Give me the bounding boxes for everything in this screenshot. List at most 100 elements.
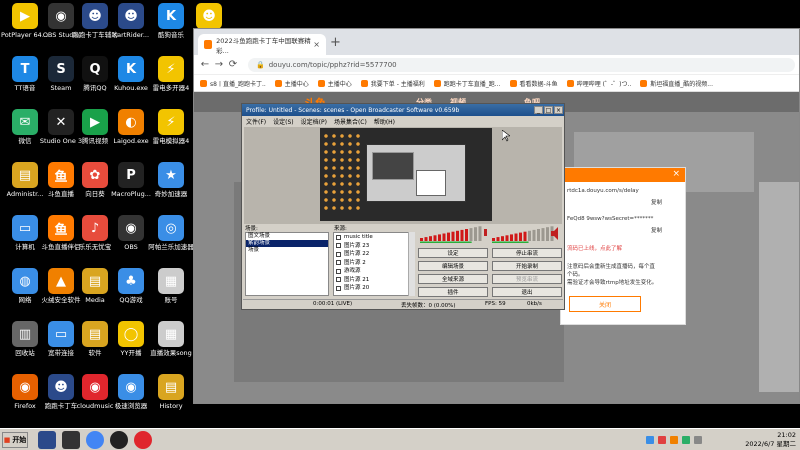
clock-time: 21:02 [777, 431, 796, 439]
source-checkbox[interactable] [336, 285, 341, 291]
source-item[interactable]: 图片源 2 [334, 259, 414, 268]
sources-scrollbar[interactable] [408, 232, 415, 296]
taskbar-studio-one-icon[interactable] [62, 431, 80, 449]
bookmark-favicon-icon [200, 79, 207, 87]
app-icon: K [158, 3, 184, 29]
app-icon: ▶ [82, 109, 108, 135]
bookmark-item[interactable]: 哔哩哔哩 (゜-゜)つ.. [566, 79, 631, 88]
obs-titlebar[interactable]: Profile: Untitled - Scenes: scenes - Ope… [242, 104, 564, 116]
source-item[interactable]: music title [334, 233, 414, 242]
browser-tab[interactable]: 2022斗鱼跑跑卡丁车中国联赛精彩... × [198, 34, 326, 55]
desktop-icon[interactable]: ⚡ 雷电多开器4 [148, 56, 194, 106]
dialog-close-button[interactable]: 关闭 [569, 296, 641, 312]
source-item[interactable]: 图片源 20 [334, 284, 414, 293]
source-item[interactable]: 图片源 21 [334, 276, 414, 285]
obs-menu-item[interactable]: 帮助(H) [374, 117, 395, 126]
source-checkbox[interactable] [336, 251, 341, 257]
scene-item[interactable]: 场景 [246, 247, 328, 254]
source-item[interactable]: 图片源 23 [334, 242, 414, 251]
tray-app-icon[interactable] [658, 436, 666, 444]
app-icon: ☻ [82, 3, 108, 29]
tray-volume-icon[interactable] [694, 436, 702, 444]
desktop-icon[interactable]: ★ 奇妙加速器 [148, 162, 194, 212]
start-record-button[interactable]: 开始录制 [492, 261, 562, 271]
bookmark-label: 看看数据-斗鱼 [519, 80, 558, 88]
taskbar-obs-icon[interactable] [110, 431, 128, 449]
scene-item[interactable]: 紫韵场景 [246, 240, 328, 247]
taskbar-kart-icon[interactable] [38, 431, 56, 449]
copy-url-button[interactable]: 复制 [651, 198, 662, 206]
dialog-close-icon[interactable]: × [672, 169, 680, 179]
maximize-icon[interactable]: □ [544, 106, 553, 114]
source-item[interactable]: 游戏源 [334, 267, 414, 276]
obs-menu-item[interactable]: 场景集合(C) [334, 117, 367, 126]
desktop-icon[interactable]: ▦ 账号 [148, 268, 194, 318]
obs-menubar: 文件(F) 设定(S) 设定档(P) 场景集合(C) 帮助(H) [242, 116, 564, 126]
minimize-icon[interactable]: _ [534, 106, 543, 114]
bookmark-item[interactable]: 主播中心 [274, 79, 309, 88]
bookmark-item[interactable]: s8丨直播_跑跑卡丁.. [200, 79, 266, 88]
close-icon[interactable]: × [554, 106, 563, 114]
mic-meter-bar [465, 229, 468, 241]
app-icon: ◐ [118, 109, 144, 135]
source-checkbox[interactable] [336, 260, 341, 266]
taskbar-cloudmusic-icon[interactable] [134, 431, 152, 449]
source-checkbox[interactable] [336, 243, 341, 249]
tab-close-icon[interactable]: × [313, 40, 320, 49]
mic-meter-bar [478, 226, 482, 241]
clock[interactable]: 21:02 2022/6/7 星期二 [745, 431, 796, 449]
tray-app2-icon[interactable] [670, 436, 678, 444]
app-icon: ♣ [118, 268, 144, 294]
source-checkbox[interactable] [336, 234, 341, 240]
desktop-icon[interactable]: ⚡ 雷电模拟器4 [148, 109, 194, 159]
source-checkbox[interactable] [336, 268, 341, 274]
stop-stream-button[interactable]: 停止串流 [492, 248, 562, 258]
edit-scene-button[interactable]: 编辑场景 [418, 261, 488, 271]
url-bar[interactable]: 🔒 douyu.com/topic/pphz?rid=5577700 [248, 57, 795, 72]
source-item[interactable]: 图片源 22 [334, 250, 414, 259]
bookmark-item[interactable]: 看看数据-斗鱼 [509, 79, 558, 88]
bookmark-item[interactable]: 跑跑卡丁车直播_跑... [433, 79, 501, 88]
desktop-icon[interactable]: ▤ History [148, 374, 194, 424]
source-checkbox[interactable] [336, 277, 341, 283]
scenes-list[interactable]: 图文场景 紫韵场景 场景 [245, 232, 329, 296]
tray-network-icon[interactable] [646, 436, 654, 444]
source-label: 图片源 2 [344, 259, 366, 266]
obs-menu-item[interactable]: 文件(F) [246, 117, 266, 126]
dialog-header: × [561, 168, 685, 182]
forward-icon[interactable]: → [212, 59, 226, 70]
obs-menu-item[interactable]: 设定档(P) [301, 117, 327, 126]
app-icon: ◉ [12, 374, 38, 400]
mic-meter-bar [438, 234, 441, 241]
app-icon: K [118, 56, 144, 82]
bookmark-item[interactable]: 我要下单 - 主播福利 [360, 79, 425, 88]
copy-key-button[interactable]: 复制 [651, 226, 662, 234]
start-button[interactable]: ■ 开始 [2, 432, 28, 448]
sources-label: 来源: [334, 226, 347, 232]
scene-item[interactable]: 图文场景 [246, 233, 328, 240]
plugins-button[interactable]: 插件 [418, 287, 488, 297]
tray-app3-icon[interactable] [682, 436, 690, 444]
bookmark-item[interactable]: 斯坦福直播_酷的视频... [640, 79, 713, 88]
settings-button[interactable]: 设定 [418, 248, 488, 258]
tab-title: 2022斗鱼跑跑卡丁车中国联赛精彩... [216, 36, 311, 55]
dialog-warning[interactable]: 流码已上线，点此了解 [567, 244, 622, 252]
obs-window[interactable]: Profile: Untitled - Scenes: scenes - Ope… [241, 103, 565, 310]
mic-meter-bar [451, 231, 455, 241]
global-sources-button[interactable]: 全域来源 [418, 274, 488, 284]
windows-icon: ■ [3, 436, 11, 444]
taskbar-chrome-icon[interactable] [86, 431, 104, 449]
desktop-icon[interactable]: ◎ 阿帕兰乐加速器 [148, 215, 194, 265]
bookmark-item[interactable]: 主播中心 [317, 79, 352, 88]
source-label: music title [344, 234, 373, 240]
reload-icon[interactable]: ⟳ [226, 59, 240, 70]
obs-preview[interactable] [244, 127, 562, 224]
app-icon: T [12, 56, 38, 82]
desktop-icon[interactable]: ▦ 直播效果song [148, 321, 194, 371]
sources-list[interactable]: music title 图片源 23 图片源 22 图片源 2 游戏源 图片源 21 图片源… [333, 232, 415, 296]
mic-icon[interactable] [484, 229, 487, 236]
back-icon[interactable]: ← [198, 59, 212, 70]
exit-button[interactable]: 退出 [492, 287, 562, 297]
new-tab-button[interactable]: + [330, 35, 341, 50]
obs-menu-item[interactable]: 设定(S) [273, 117, 294, 126]
